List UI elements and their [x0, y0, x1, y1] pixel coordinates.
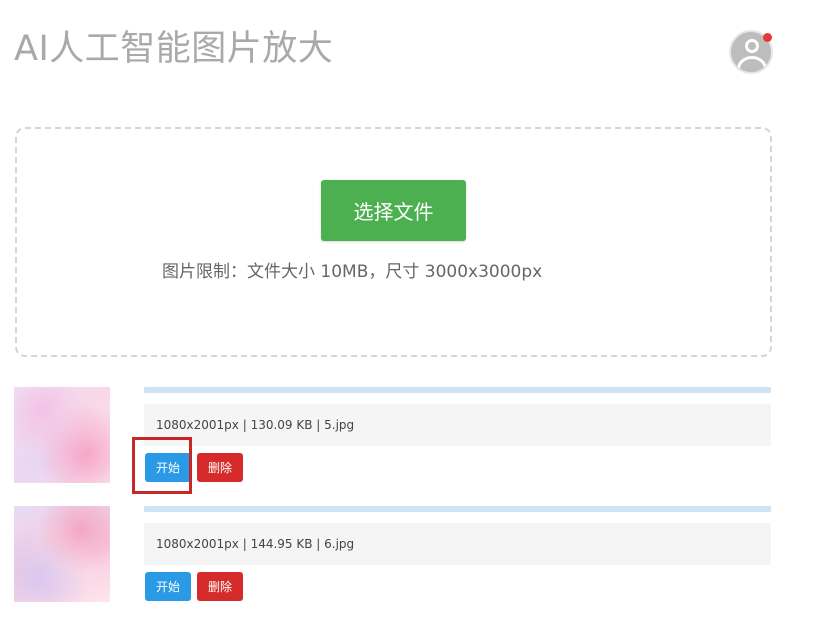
delete-button[interactable]: 删除 — [197, 572, 243, 601]
upload-limit-text: 图片限制：文件大小 10MB，尺寸 3000x3000px — [162, 262, 543, 282]
avatar-shoulders — [737, 56, 767, 72]
avatar-head — [745, 39, 759, 53]
notification-badge — [763, 33, 772, 42]
choose-file-button[interactable]: 选择文件 — [321, 180, 466, 241]
file-info-text: 1080x2001px | 144.95 KB | 6.jpg — [156, 537, 355, 551]
file-thumbnail — [14, 387, 110, 483]
highlight-annotation-box — [132, 437, 192, 494]
file-thumbnail — [14, 506, 110, 602]
file-item: 1080x2001px | 130.09 KB | 5.jpg 开始 删除 — [14, 387, 774, 487]
file-info-bar: 1080x2001px | 144.95 KB | 6.jpg — [144, 523, 771, 565]
progress-bar — [144, 506, 771, 512]
app-title: AI人工智能图片放大 — [14, 29, 334, 69]
progress-bar — [144, 387, 771, 393]
delete-button[interactable]: 删除 — [197, 453, 243, 482]
file-info-text: 1080x2001px | 130.09 KB | 5.jpg — [156, 418, 355, 432]
file-info-bar: 1080x2001px | 130.09 KB | 5.jpg — [144, 404, 771, 446]
start-button[interactable]: 开始 — [145, 572, 191, 601]
upload-drop-zone[interactable] — [15, 127, 772, 357]
file-item: 1080x2001px | 144.95 KB | 6.jpg 开始 删除 — [14, 506, 774, 606]
